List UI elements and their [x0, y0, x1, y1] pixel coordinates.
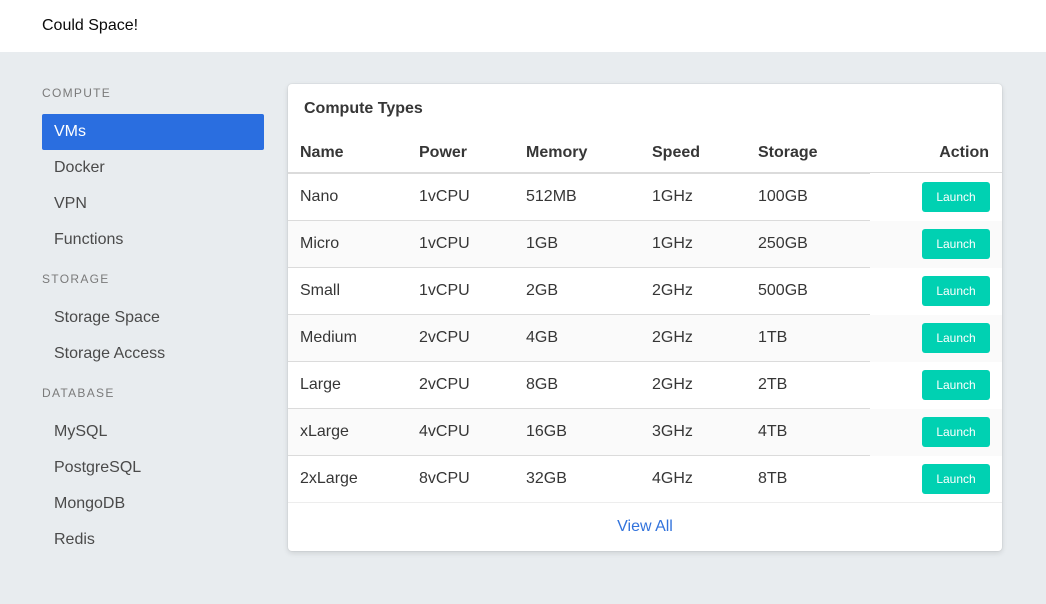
launch-button[interactable]: Launch — [922, 464, 990, 494]
sidebar-item-vpn[interactable]: VPN — [42, 186, 264, 222]
cell-name: 2xLarge — [300, 470, 358, 487]
table-row: Micro 1vCPU 1GB 1GHz 250GB Launch — [288, 221, 1002, 268]
column-header-memory: Memory — [526, 144, 588, 161]
cell-power: 2vCPU — [419, 376, 470, 393]
cell-memory: 4GB — [526, 329, 559, 346]
cell-power: 4vCPU — [419, 423, 470, 440]
menu-label-compute: COMPUTE — [42, 86, 112, 100]
cell-speed: 4GHz — [652, 470, 693, 487]
menu-label-database: DATABASE — [42, 386, 115, 400]
column-header-speed: Speed — [652, 144, 701, 161]
table-row: xLarge 4vCPU 16GB 3GHz 4TB Launch — [288, 409, 1002, 456]
sidebar-item-redis[interactable]: Redis — [42, 522, 264, 558]
sidebar-item-mysql[interactable]: MySQL — [42, 414, 264, 450]
cell-memory: 1GB — [526, 235, 559, 252]
table-row: Nano 1vCPU 512MB 1GHz 100GB Launch — [288, 174, 1002, 221]
cell-storage: 100GB — [758, 188, 808, 205]
sidebar-item-mongodb[interactable]: MongoDB — [42, 486, 264, 522]
launch-button[interactable]: Launch — [922, 276, 990, 306]
top-navbar: Could Space! — [0, 0, 1046, 52]
column-header-storage: Storage — [758, 144, 818, 161]
cell-memory: 2GB — [526, 282, 559, 299]
cell-memory: 32GB — [526, 470, 567, 487]
cell-name: Large — [300, 376, 341, 393]
cell-storage: 4TB — [758, 423, 788, 440]
table-row: 2xLarge 8vCPU 32GB 4GHz 8TB Launch — [288, 456, 1002, 503]
column-header-name: Name — [300, 144, 344, 161]
cell-power: 8vCPU — [419, 470, 470, 487]
sidebar-item-storage-space[interactable]: Storage Space — [42, 300, 264, 336]
table-row: Medium 2vCPU 4GB 2GHz 1TB Launch — [288, 315, 1002, 362]
card-title: Compute Types — [304, 100, 423, 117]
cell-storage: 2TB — [758, 376, 788, 393]
cell-power: 1vCPU — [419, 282, 470, 299]
cell-power: 1vCPU — [419, 188, 470, 205]
cell-name: Micro — [300, 235, 340, 252]
sidebar-item-functions[interactable]: Functions — [42, 222, 264, 258]
table-row: Small 1vCPU 2GB 2GHz 500GB Launch — [288, 268, 1002, 315]
sidebar-item-postgresql[interactable]: PostgreSQL — [42, 450, 264, 486]
cell-speed: 3GHz — [652, 423, 693, 440]
card-footer-divider — [288, 502, 1002, 503]
cell-memory: 8GB — [526, 376, 559, 393]
launch-button[interactable]: Launch — [922, 182, 990, 212]
menu-label-storage: STORAGE — [42, 272, 110, 286]
cell-speed: 2GHz — [652, 329, 693, 346]
column-header-action: Action — [939, 144, 989, 161]
cell-storage: 8TB — [758, 470, 788, 487]
compute-types-card: Compute Types Name Power Memory Speed St… — [288, 84, 1002, 551]
cell-name: xLarge — [300, 423, 349, 440]
table-row: Large 2vCPU 8GB 2GHz 2TB Launch — [288, 362, 1002, 409]
launch-button[interactable]: Launch — [922, 370, 990, 400]
cell-name: Medium — [300, 329, 357, 346]
cell-speed: 2GHz — [652, 376, 693, 393]
cell-name: Nano — [300, 188, 339, 205]
sidebar-item-vms[interactable]: VMs — [42, 114, 264, 150]
sidebar-item-storage-access[interactable]: Storage Access — [42, 336, 264, 372]
launch-button[interactable]: Launch — [922, 417, 990, 447]
cell-speed: 2GHz — [652, 282, 693, 299]
cell-power: 1vCPU — [419, 235, 470, 252]
cell-storage: 250GB — [758, 235, 808, 252]
cell-speed: 1GHz — [652, 235, 693, 252]
cell-name: Small — [300, 282, 341, 299]
launch-button[interactable]: Launch — [922, 229, 990, 259]
cell-memory: 512MB — [526, 188, 577, 205]
cell-storage: 500GB — [758, 282, 808, 299]
table-header-divider-right — [870, 172, 1002, 173]
cell-speed: 1GHz — [652, 188, 693, 205]
view-all-link[interactable]: View All — [288, 518, 1002, 536]
launch-button[interactable]: Launch — [922, 323, 990, 353]
brand-title[interactable]: Could Space! — [42, 17, 138, 35]
cell-storage: 1TB — [758, 329, 788, 346]
cell-power: 2vCPU — [419, 329, 470, 346]
column-header-power: Power — [419, 144, 468, 161]
cell-memory: 16GB — [526, 423, 567, 440]
sidebar-item-docker[interactable]: Docker — [42, 150, 264, 186]
